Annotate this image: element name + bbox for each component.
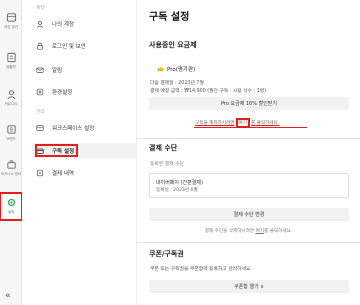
receipt-icon	[37, 169, 43, 176]
icon-rail: 작업 공간 템플릿 커뮤니티 B 브랜드 비즈니스 센터 설정 «	[0, 0, 23, 305]
plan-name-text: Pro(평가판)	[167, 67, 196, 73]
preferences-icon	[36, 88, 44, 95]
discount-button[interactable]: Pro 요금제 10% 할인받기	[149, 97, 349, 110]
coupon-heading: 쿠폰/구독권	[149, 250, 184, 258]
menu-item-payment-history[interactable]: 결제 내역	[32, 165, 136, 180]
crown-icon	[157, 66, 164, 72]
collapse-icon[interactable]: «	[5, 291, 11, 301]
lock-icon	[37, 42, 43, 50]
menu-item-preferences[interactable]: 환경설정	[32, 84, 136, 99]
rail-label: 작업 공간	[4, 25, 18, 29]
community-icon	[6, 90, 16, 100]
highlight-box	[35, 144, 78, 157]
divider	[137, 242, 360, 243]
cancel-suffix: 를 클릭하세요.	[250, 121, 280, 126]
menu-item-my-account[interactable]: 나의 계정	[32, 16, 136, 31]
menu-item-label: 환경설정	[52, 89, 73, 96]
current-plan-heading: 사용중인 요금제	[149, 41, 197, 49]
menu-item-label: 나의 계정	[52, 21, 74, 28]
open-coupon-box-button[interactable]: 쿠폰함 열기 ∨	[149, 280, 349, 293]
payment-method-card: 네이버페이 (간편결제) 등록일 : 2023년 6월	[149, 173, 349, 198]
rail-item-brand[interactable]: B 브랜드	[0, 120, 22, 150]
mail-icon	[36, 67, 44, 73]
change-payment-button[interactable]: 결제 수단 변경	[149, 208, 349, 221]
payment-method-date: 등록일 : 2023년 6월	[156, 188, 198, 193]
menu-item-label: 결제 내역	[52, 170, 74, 177]
delete-payment-line: 결제 수단을 삭제하시려면 여기를 클릭하세요.	[137, 228, 360, 234]
divider	[137, 138, 360, 139]
home-icon	[6, 13, 16, 22]
payment-amount: 결제 예정 금액 : ₩14,900 (월간 구독 · 사용 석수 : 1명)	[150, 89, 267, 94]
menu-item-subscription-settings[interactable]: 구독 설정	[32, 143, 136, 158]
business-icon	[6, 160, 16, 169]
menu-section-account: 계정	[36, 6, 45, 11]
rail-label: 커뮤니티	[4, 102, 18, 106]
delete-suffix: 를 클릭하세요.	[264, 229, 293, 234]
subscription-settings-panel: 구독 설정 사용중인 요금제 Pro(평가판) 다음 결제일 : 2023년 7…	[137, 0, 360, 305]
svg-text:B: B	[9, 128, 13, 134]
rail-item-community[interactable]: 커뮤니티	[0, 85, 22, 115]
menu-item-label: 로그인 및 보안	[52, 43, 86, 50]
menu-item-label: 알림	[52, 67, 63, 74]
brand-icon: B	[6, 125, 16, 134]
gear-icon	[7, 198, 15, 207]
page-title: 구독 설정	[149, 12, 190, 23]
payment-method-heading: 결제 수단	[149, 144, 178, 152]
rail-label: 템플릿	[6, 65, 16, 69]
menu-item-login-security[interactable]: 로그인 및 보안	[32, 38, 136, 53]
rail-item-settings[interactable]: 설정	[0, 192, 23, 221]
menu-section-manage: 관리	[36, 110, 45, 115]
registered-payment-label: 등록된 결제 수단	[150, 162, 184, 167]
next-payment-date: 다음 결제일 : 2023년 7월	[150, 81, 204, 86]
coupon-description: 쿠폰 또는 구독권을 쿠폰함에 등록하고 관리하세요.	[150, 267, 252, 272]
menu-item-label: 워크스페이스 설정	[52, 125, 95, 132]
rail-item-templates[interactable]: 템플릿	[0, 48, 22, 78]
annotation-underline	[194, 127, 307, 128]
rail-item-business[interactable]: 비즈니스 센터	[0, 155, 22, 185]
user-icon	[36, 20, 44, 28]
settings-menu: 계정 나의 계정 로그인 및 보안 알림 환경설정 관리 워크스페이스 설정 구…	[22, 0, 137, 305]
payment-method-name: 네이버페이 (간편결제)	[156, 180, 203, 186]
rail-label: 브랜드	[6, 137, 16, 141]
rail-item-workspace[interactable]: 작업 공간	[0, 8, 22, 38]
rail-label: 비즈니스 센터	[0, 172, 22, 176]
rail-label: 설정	[7, 210, 15, 214]
delete-payment-link[interactable]: 여기	[256, 229, 264, 234]
delete-prefix: 결제 수단을 삭제하시려면	[204, 229, 255, 234]
cancel-prefix: 구독을 해지하시려면	[195, 121, 235, 126]
plan-name: Pro(평가판)	[157, 65, 195, 73]
workspace-icon	[36, 124, 44, 131]
menu-item-notifications[interactable]: 알림	[32, 62, 136, 77]
template-icon	[6, 52, 16, 63]
menu-item-workspace-settings[interactable]: 워크스페이스 설정	[32, 120, 136, 135]
